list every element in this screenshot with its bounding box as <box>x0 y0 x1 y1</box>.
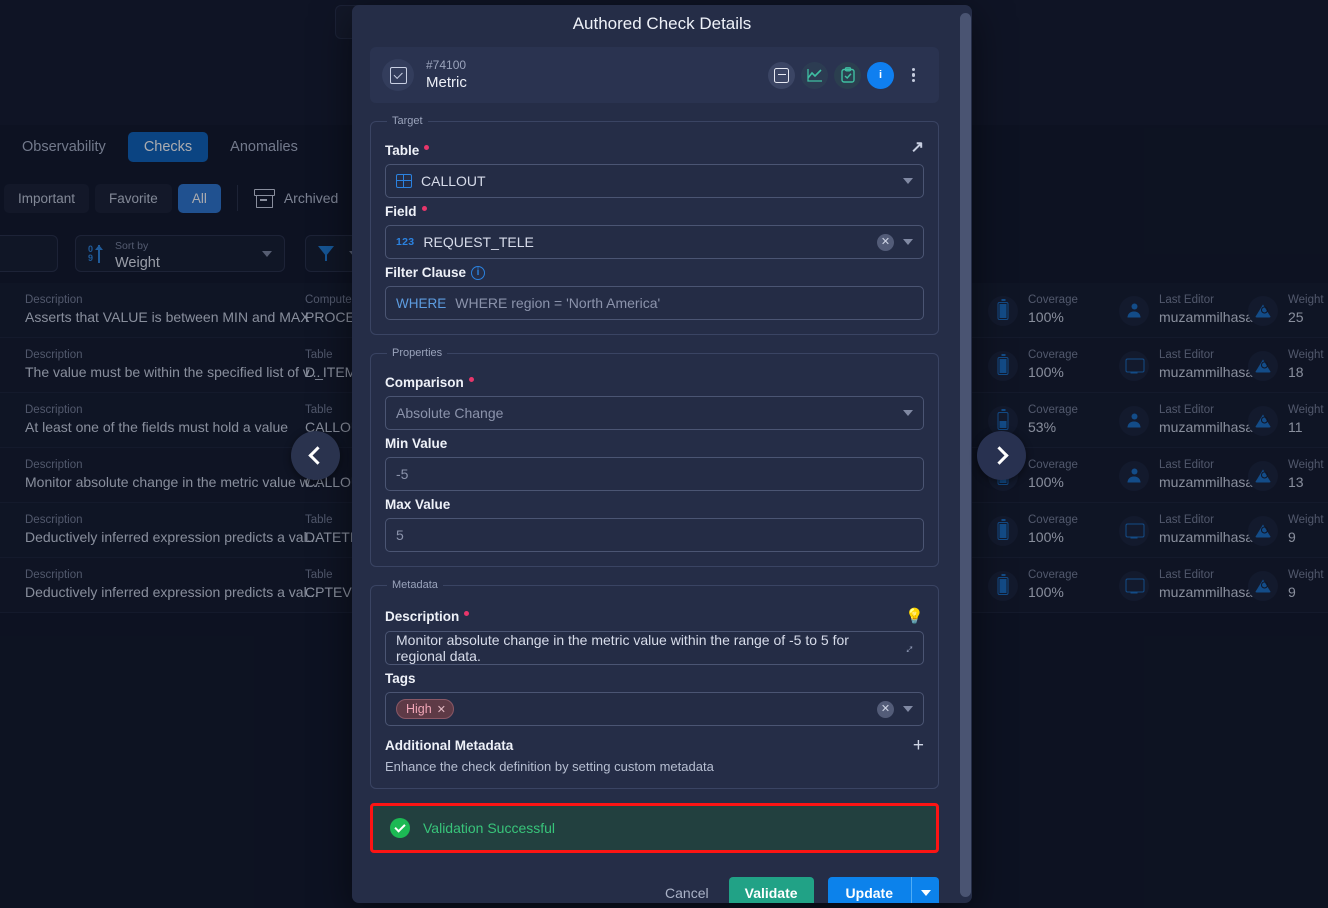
dialog-body: #74100 Metric i Target Table ↗ CALLOUT F… <box>352 47 957 903</box>
target-legend: Target <box>392 115 423 127</box>
comparison-value: Absolute Change <box>396 405 504 421</box>
line-chart-icon[interactable] <box>801 61 828 89</box>
comparison-label: Comparison <box>385 375 464 390</box>
min-value-input[interactable]: -5 <box>385 457 924 491</box>
tags-label-row: Tags <box>385 671 924 686</box>
check-type-label: Metric <box>426 74 467 91</box>
field-value: REQUEST_TELE <box>423 234 534 250</box>
target-section: Target Table CALLOUT Field <box>370 115 939 335</box>
table-select[interactable]: CALLOUT <box>385 164 924 198</box>
filter-clause-label: Filter Clause <box>385 265 467 280</box>
info-icon[interactable]: i <box>471 265 486 280</box>
update-button[interactable]: Update <box>827 877 911 903</box>
dialog-title: Authored Check Details <box>572 14 752 33</box>
validation-banner: Validation Successful <box>370 803 939 853</box>
tag-chip[interactable]: High ✕ <box>396 699 454 719</box>
table-label: Table <box>385 143 420 158</box>
max-value: 5 <box>396 527 404 543</box>
chevron-right-icon <box>990 446 1009 465</box>
lightbulb-icon[interactable]: 💡 <box>905 607 924 625</box>
chevron-left-icon <box>308 446 327 465</box>
additional-metadata-row: Additional Metadata + <box>385 736 924 755</box>
success-check-icon <box>390 818 410 838</box>
validate-button[interactable]: Validate <box>728 877 814 903</box>
clipboard-check-icon[interactable] <box>834 61 861 89</box>
min-value-label: Min Value <box>385 436 448 451</box>
remove-tag-icon[interactable]: ✕ <box>437 703 446 716</box>
update-button-group: Update <box>827 877 939 903</box>
dialog-scrollbar[interactable] <box>960 13 971 897</box>
authored-check-details-dialog: Authored Check Details #74100 Metric i T… <box>352 5 972 903</box>
clear-tags-button[interactable]: ✕ <box>877 700 894 718</box>
additional-metadata-title: Additional Metadata <box>385 738 514 753</box>
chevron-down-icon[interactable] <box>903 706 913 712</box>
description-value: Monitor absolute change in the metric va… <box>396 632 849 664</box>
chevron-down-icon[interactable] <box>903 178 913 184</box>
expand-icon[interactable]: ↕ <box>902 640 917 655</box>
clear-field-button[interactable]: ✕ <box>877 233 894 251</box>
max-value-label-row: Max Value <box>385 497 924 512</box>
field-select[interactable]: 123 REQUEST_TELE ✕ <box>385 225 924 259</box>
check-document-icon <box>389 66 407 84</box>
check-header-card: #74100 Metric i <box>370 47 939 103</box>
check-id: #74100 <box>426 58 467 72</box>
description-label-row: Description 💡 <box>385 607 924 625</box>
dialog-footer: Cancel Validate Update <box>370 877 939 903</box>
chevron-down-icon[interactable] <box>903 239 913 245</box>
tags-label: Tags <box>385 671 416 686</box>
tags-chips: High ✕ <box>396 699 868 719</box>
cancel-button[interactable]: Cancel <box>659 877 715 903</box>
filter-clause-label-row: Filter Clause i <box>385 265 924 280</box>
check-type-icon <box>382 59 414 91</box>
numeric-type-icon: 123 <box>396 236 415 248</box>
metadata-legend: Metadata <box>392 579 438 591</box>
filter-clause-input[interactable]: WHERE WHERE region = 'North America' <box>385 286 924 320</box>
max-value-label: Max Value <box>385 497 451 512</box>
table-field-label-row: Table <box>385 137 924 158</box>
chevron-down-icon <box>920 890 931 896</box>
field-label: Field <box>385 204 417 219</box>
update-dropdown-button[interactable] <box>911 877 939 903</box>
min-value-label-row: Min Value <box>385 436 924 451</box>
table-grid-icon <box>396 174 412 188</box>
required-indicator <box>464 610 470 616</box>
tag-label: High <box>406 702 432 716</box>
field-label-row: Field <box>385 204 924 219</box>
required-indicator <box>468 377 474 382</box>
header-actions: i <box>768 61 927 89</box>
tags-input[interactable]: High ✕ ✕ <box>385 692 924 726</box>
required-indicator <box>424 145 430 150</box>
more-vertical-icon[interactable] <box>900 62 927 89</box>
properties-section: Properties Comparison Absolute Change Mi… <box>370 347 939 567</box>
validation-message: Validation Successful <box>423 820 556 836</box>
info-icon[interactable]: i <box>867 61 894 89</box>
note-icon[interactable] <box>768 61 795 89</box>
description-input[interactable]: Monitor absolute change in the metric va… <box>385 631 924 665</box>
required-indicator <box>421 206 427 211</box>
where-keyword: WHERE <box>396 295 447 311</box>
add-metadata-button[interactable]: + <box>913 736 924 755</box>
next-check-button[interactable] <box>977 431 1026 480</box>
additional-metadata-subtitle: Enhance the check definition by setting … <box>385 759 714 774</box>
chevron-down-icon[interactable] <box>903 410 913 416</box>
description-label: Description <box>385 608 460 624</box>
open-external-icon[interactable] <box>909 137 924 158</box>
table-value: CALLOUT <box>421 173 486 189</box>
comparison-select[interactable]: Absolute Change <box>385 396 924 430</box>
max-value-input[interactable]: 5 <box>385 518 924 552</box>
comparison-label-row: Comparison <box>385 375 924 390</box>
previous-check-button[interactable] <box>291 431 340 480</box>
min-value: -5 <box>396 466 409 482</box>
filter-clause-placeholder: WHERE region = 'North America' <box>455 295 661 311</box>
metadata-section: Metadata Description 💡 Monitor absolute … <box>370 579 939 789</box>
properties-legend: Properties <box>392 347 443 359</box>
